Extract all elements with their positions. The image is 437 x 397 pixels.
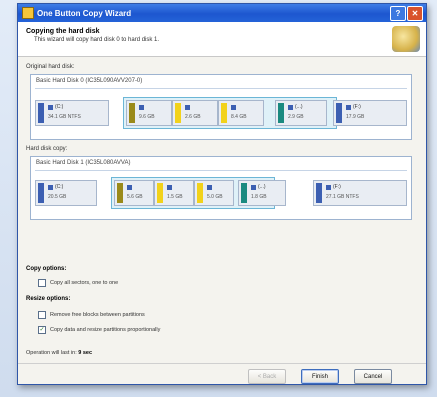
- partition-color-bar: [221, 103, 227, 123]
- partition-size: 9.6 GB: [139, 114, 155, 120]
- back-button[interactable]: < Back: [248, 369, 286, 384]
- partition-size: 17.9 GB: [346, 114, 365, 120]
- partition-name: (C:): [55, 184, 64, 190]
- partition-color-bar: [38, 103, 44, 123]
- partition-icon: [346, 105, 351, 110]
- partition-icon: [48, 105, 53, 110]
- partition-size: 8.4 GB: [231, 114, 247, 120]
- partition-size: 2.6 GB: [185, 114, 201, 120]
- partition-name: (C:): [55, 104, 64, 110]
- partition-icon: [48, 185, 53, 190]
- duration-value: 9 sec: [78, 350, 93, 356]
- partition-block[interactable]: 2.6 GB: [172, 100, 218, 126]
- partition-color-bar: [117, 183, 123, 203]
- partition-color-bar: [241, 183, 247, 203]
- app-icon: [22, 7, 34, 19]
- duration-text: Operation will last in: 9 sec: [26, 350, 92, 356]
- remove-free-blocks-checkbox[interactable]: Remove free blocks between partitions: [38, 311, 145, 319]
- checkbox-box[interactable]: [38, 311, 46, 319]
- wizard-icon: [392, 26, 420, 52]
- partition-icon: [288, 105, 293, 110]
- partition-name: (...): [258, 184, 266, 190]
- wizard-window: One Button Copy Wizard ? ✕ Copying the h…: [17, 3, 427, 385]
- copy-disk-label: Hard disk copy:: [26, 146, 68, 152]
- partition-color-bar: [157, 183, 163, 203]
- wizard-header: Copying the hard disk This wizard will c…: [18, 22, 426, 57]
- proportional-resize-checkbox[interactable]: ✓ Copy data and resize partitions propor…: [38, 326, 160, 334]
- copy-disk-title: Basic Hard Disk 1 (IC35L080AVVA): [36, 160, 131, 166]
- finish-button[interactable]: Finish: [301, 369, 339, 384]
- partition-block[interactable]: (...) 2.9 GB: [275, 100, 327, 126]
- window-title: One Button Copy Wizard: [37, 8, 132, 18]
- divider: [18, 363, 426, 364]
- remove-free-blocks-label: Remove free blocks between partitions: [50, 312, 145, 318]
- partition-block[interactable]: (F:) 27.1 GB NTFS: [313, 180, 407, 206]
- checkbox-box[interactable]: [38, 279, 46, 287]
- divider: [35, 170, 407, 171]
- partition-size: 2.9 GB: [288, 114, 304, 120]
- original-disk-title: Basic Hard Disk 0 (IC35L090AVV207-0): [36, 78, 143, 84]
- partition-size: 1.5 GB: [167, 194, 183, 200]
- partition-color-bar: [129, 103, 135, 123]
- partition-block[interactable]: (C:) 20.5 GB: [35, 180, 97, 206]
- proportional-resize-label: Copy data and resize partitions proporti…: [50, 327, 161, 333]
- partition-size: 20.5 GB: [48, 194, 67, 200]
- partition-name: (F:): [333, 184, 341, 190]
- partition-size: 1.8 GB: [251, 194, 267, 200]
- partition-icon: [139, 105, 144, 110]
- partition-block[interactable]: 9.6 GB: [126, 100, 172, 126]
- partition-color-bar: [316, 183, 322, 203]
- partition-icon: [207, 185, 212, 190]
- partition-block[interactable]: (...) 1.8 GB: [238, 180, 286, 206]
- title-bar: One Button Copy Wizard ? ✕: [18, 4, 426, 22]
- partition-icon: [167, 185, 172, 190]
- header-subtitle: This wizard will copy hard disk 0 to har…: [34, 37, 160, 43]
- partition-color-bar: [197, 183, 203, 203]
- help-button[interactable]: ?: [390, 6, 406, 21]
- sector-copy-label: Copy all sectors, one to one: [50, 280, 119, 286]
- copy-options-label: Copy options:: [26, 266, 67, 272]
- original-disk-label: Original hard disk:: [26, 64, 75, 70]
- partition-color-bar: [336, 103, 342, 123]
- partition-icon: [326, 185, 331, 190]
- sector-copy-checkbox[interactable]: Copy all sectors, one to one: [38, 279, 118, 287]
- partition-block[interactable]: (F:) 17.9 GB: [333, 100, 407, 126]
- partition-size: 27.1 GB NTFS: [326, 194, 359, 200]
- resize-options-label: Resize options:: [26, 296, 71, 302]
- partition-size: 5.6 GB: [127, 194, 143, 200]
- copy-disk-panel: Basic Hard Disk 1 (IC35L080AVVA) (C:) 20.…: [30, 156, 412, 220]
- header-title: Copying the hard disk: [26, 28, 100, 35]
- duration-prefix: Operation will last in:: [26, 350, 77, 356]
- partition-block[interactable]: 1.5 GB: [154, 180, 194, 206]
- partition-icon: [127, 185, 132, 190]
- partition-color-bar: [278, 103, 284, 123]
- checkbox-box[interactable]: ✓: [38, 326, 46, 334]
- partition-name: (...): [295, 104, 303, 110]
- partition-name: (F:): [353, 104, 361, 110]
- partition-block[interactable]: 8.4 GB: [218, 100, 264, 126]
- close-button[interactable]: ✕: [407, 6, 423, 21]
- cancel-button[interactable]: Cancel: [354, 369, 392, 384]
- partition-size: 34.1 GB NTFS: [48, 114, 81, 120]
- partition-icon: [251, 185, 256, 190]
- partition-block[interactable]: (C:) 34.1 GB NTFS: [35, 100, 109, 126]
- divider: [35, 88, 407, 89]
- partition-color-bar: [38, 183, 44, 203]
- original-disk-panel: Basic Hard Disk 0 (IC35L090AVV207-0) (C:…: [30, 74, 412, 140]
- partition-icon: [185, 105, 190, 110]
- partition-block[interactable]: 5.0 GB: [194, 180, 234, 206]
- partition-color-bar: [175, 103, 181, 123]
- partition-block[interactable]: 5.6 GB: [114, 180, 154, 206]
- partition-icon: [231, 105, 236, 110]
- partition-size: 5.0 GB: [207, 194, 223, 200]
